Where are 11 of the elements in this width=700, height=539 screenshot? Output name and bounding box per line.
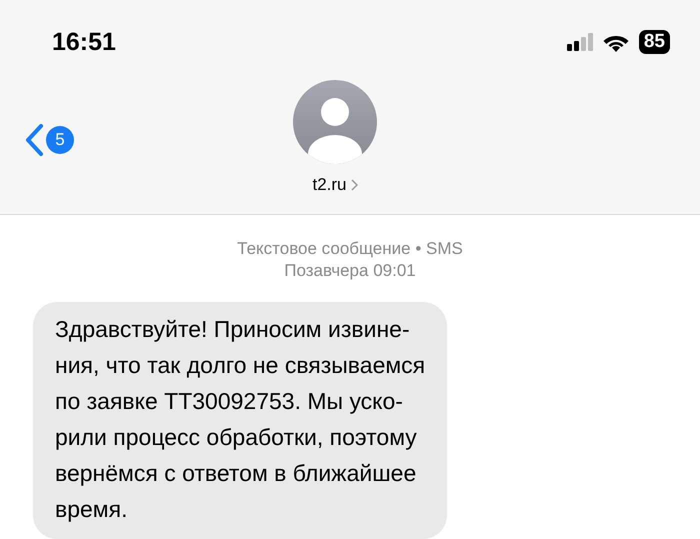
message-date: Позавчера 09:01 — [284, 260, 416, 282]
message-type-label: Текстовое сообщение • SMS — [237, 238, 463, 260]
status-time: 16:51 — [52, 28, 116, 56]
signal-icon — [566, 33, 593, 51]
message-bubble: Здравствуйте! Приносим извине- ния, что так долго не связываемся по заявке ТТ30092753. Мы уско- рили процесс обработки, поэтому вернёмся с ответом в ближайшее время. — [33, 302, 448, 539]
chevron-right-icon — [350, 179, 358, 191]
back-chevron-icon — [24, 123, 44, 157]
battery-level: 85 — [638, 30, 670, 54]
back-button[interactable]: 5 — [24, 123, 74, 157]
unread-count-badge: 5 — [46, 126, 74, 154]
contact-name[interactable]: t2.ru — [306, 174, 364, 196]
